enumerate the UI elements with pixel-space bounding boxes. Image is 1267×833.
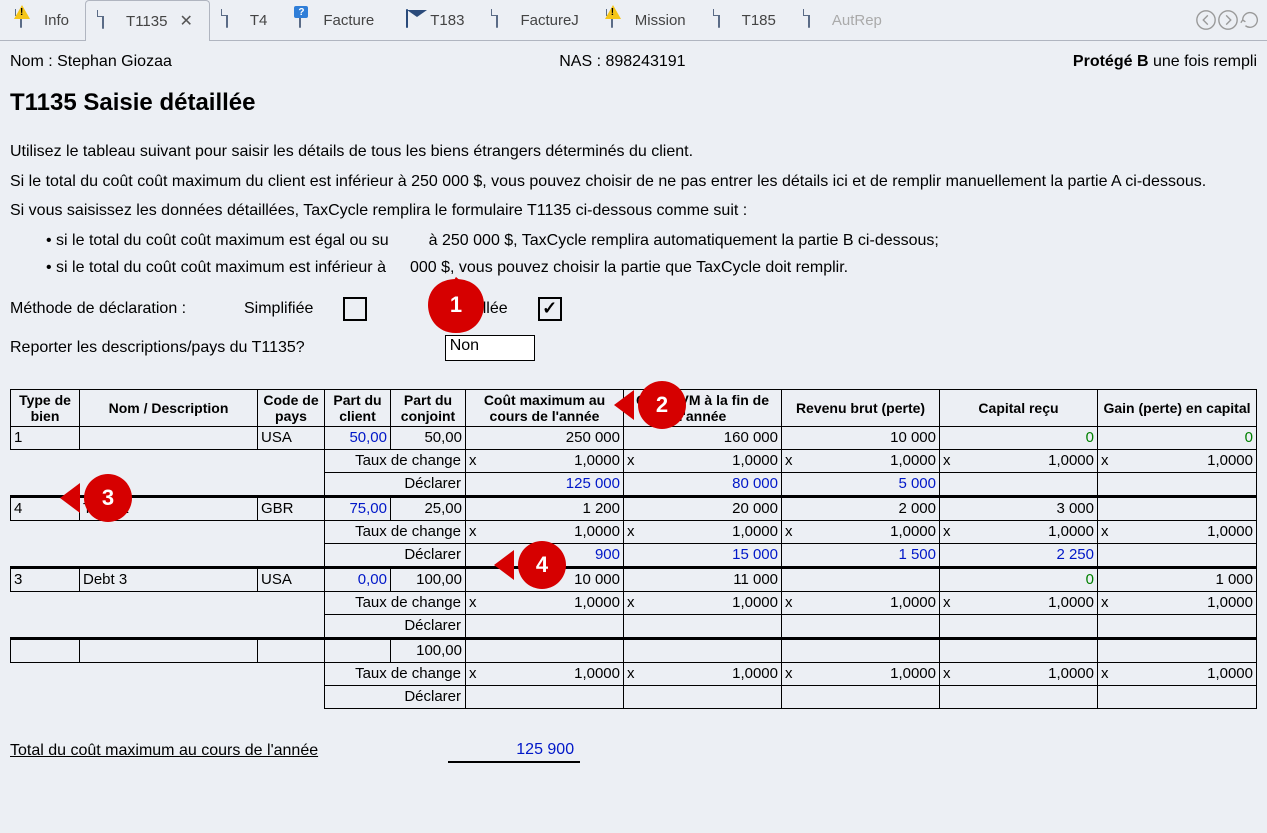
callout-4: 4	[494, 540, 570, 590]
table-row[interactable]: 4Trust 2GBR 75,0025,00 1 20020 0002 000 …	[11, 496, 1257, 520]
bullet-2: • si le total du coût coût maximum est i…	[46, 257, 1257, 279]
tab-t183[interactable]: T183	[390, 0, 480, 40]
client-nas: NAS : 898243191	[559, 53, 685, 71]
method-label: Méthode de déclaration :	[10, 300, 220, 318]
intro-para-2: Si le total du coût coût maximum du clie…	[10, 171, 1257, 193]
method-simplified-checkbox[interactable]	[343, 297, 367, 321]
col-client: Part du client	[325, 389, 391, 426]
nav-back-icon[interactable]	[1195, 9, 1217, 31]
col-rev: Revenu brut (perte)	[782, 389, 940, 426]
tab-facturej[interactable]: FactureJ	[480, 0, 594, 40]
tab-t185[interactable]: T185	[702, 0, 792, 40]
page-title: T1135 Saisie détaillée	[10, 89, 1257, 117]
table-row-rate[interactable]: Taux de change x1,0000x1,0000x1,0000x1,0…	[11, 449, 1257, 472]
table-row-declare[interactable]: Déclarer	[11, 685, 1257, 708]
method-simplified-label: Simplifiée	[244, 300, 313, 318]
table-row-declare[interactable]: Déclarer 125 00080 0005 000	[11, 472, 1257, 496]
callout-2: 2	[614, 380, 690, 430]
table-row-declare[interactable]: Déclarer 90015 0001 5002 250	[11, 543, 1257, 567]
bullet-1: • si le total du coût coût maximum est é…	[46, 230, 1257, 252]
total-value[interactable]: 125 900	[448, 739, 580, 763]
warning-icon	[14, 5, 30, 19]
table-row-rate[interactable]: Taux de change x1,0000x1,0000x1,0000x1,0…	[11, 591, 1257, 614]
col-pays: Code de pays	[258, 389, 325, 426]
col-desc: Nom / Description	[80, 389, 258, 426]
tab-bar: Info T1135✕ T4 ?Facture T183 FactureJ Mi…	[0, 0, 1267, 41]
table-row[interactable]: 100,00	[11, 638, 1257, 662]
intro-para-3: Si vous saisissez les données détaillées…	[10, 200, 1257, 222]
tab-mission[interactable]: Mission	[595, 0, 702, 40]
question-icon: ?	[294, 6, 308, 18]
warning-icon	[605, 5, 621, 19]
col-gain: Gain (perte) en capital	[1098, 389, 1257, 426]
col-cout: Coût maximum au cours de l'année	[466, 389, 624, 426]
table-row-declare[interactable]: Déclarer	[11, 614, 1257, 638]
tab-nav	[1195, 0, 1267, 40]
table-row-rate[interactable]: Taux de change x1,0000x1,0000x1,0000x1,0…	[11, 662, 1257, 685]
close-icon[interactable]: ✕	[179, 11, 192, 31]
tab-autrep[interactable]: AutRep	[792, 0, 898, 40]
tab-t1135[interactable]: T1135✕	[85, 0, 210, 41]
callout-3: 3	[60, 473, 136, 523]
table-row-rate[interactable]: Taux de change x1,0000x1,0000x1,0000x1,0…	[11, 520, 1257, 543]
envelope-icon	[406, 9, 408, 28]
table-row[interactable]: 3Debt 3USA 0,00100,00 10 00011 000 0 1 0…	[11, 567, 1257, 591]
tab-info[interactable]: Info	[4, 0, 85, 40]
col-type: Type de bien	[11, 389, 80, 426]
intro-para-1: Utilisez le tableau suivant pour saisir …	[10, 141, 1257, 163]
col-cap: Capital reçu	[940, 389, 1098, 426]
assets-table: Type de bien Nom / Description Code de p…	[10, 389, 1257, 709]
tab-t4[interactable]: T4	[210, 0, 284, 40]
report-label: Reporter les descriptions/pays du T1135?	[10, 339, 305, 357]
report-select[interactable]: Non	[445, 335, 535, 361]
method-detailed-checkbox[interactable]	[538, 297, 562, 321]
col-conjoint: Part du conjoint	[391, 389, 466, 426]
callout-1: 1	[426, 277, 486, 333]
nav-refresh-icon[interactable]	[1239, 9, 1261, 31]
total-label: Total du coût maximum au cours de l'anné…	[10, 742, 318, 760]
client-name: Nom : Stephan Giozaa	[10, 53, 172, 71]
nav-fwd-icon[interactable]	[1217, 9, 1239, 31]
tab-facture[interactable]: ?Facture	[283, 0, 390, 40]
protection-label: Protégé B une fois rempli	[1073, 53, 1257, 71]
